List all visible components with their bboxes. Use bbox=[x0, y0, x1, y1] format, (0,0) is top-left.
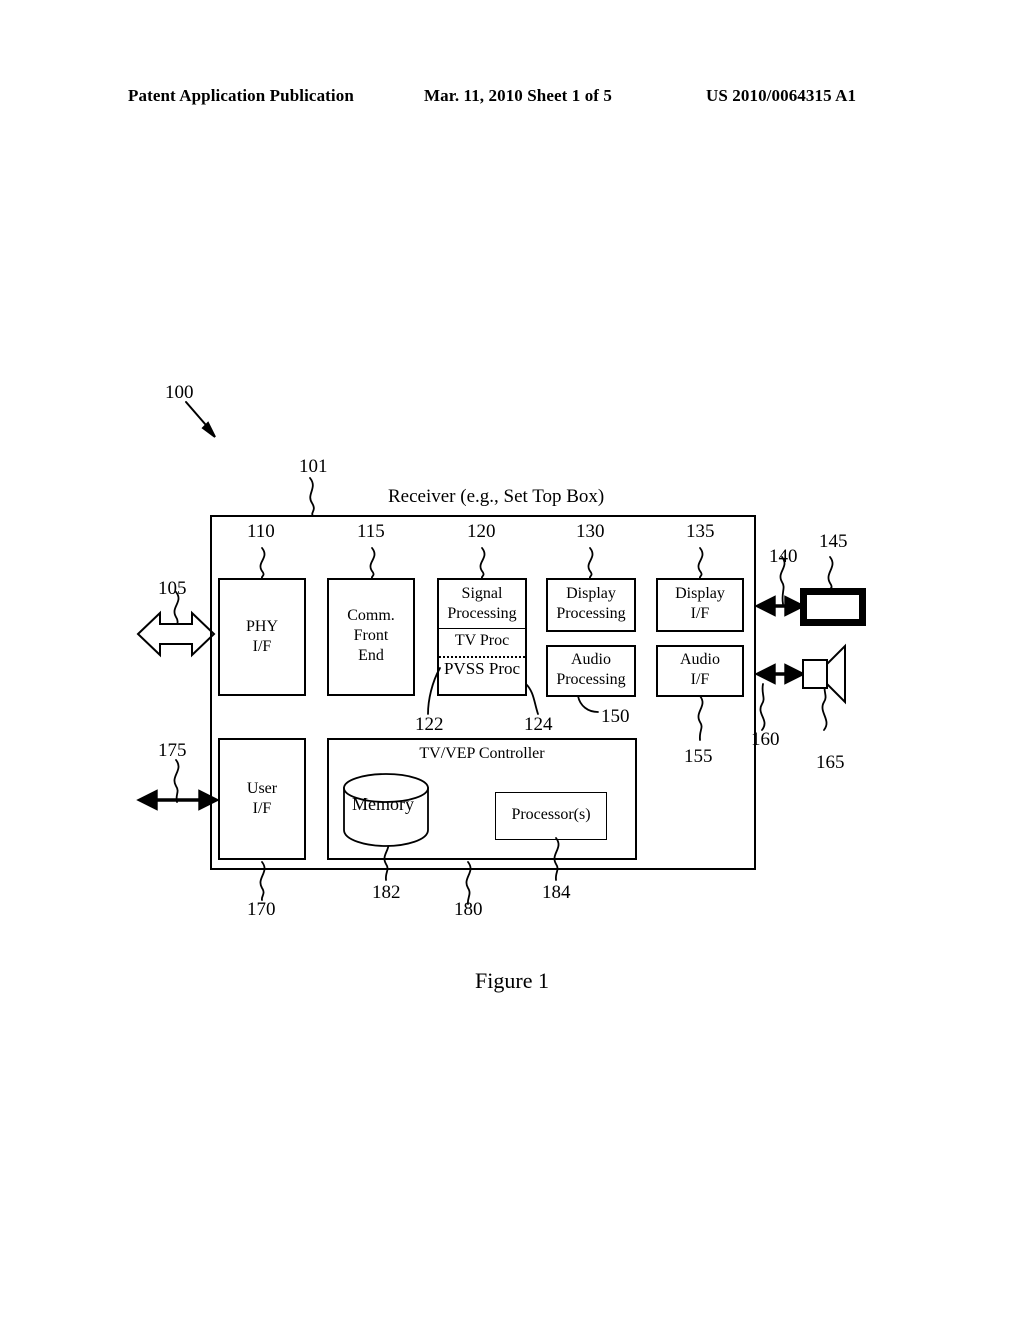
block-display-if-line2: I/F bbox=[690, 605, 710, 622]
block-comm-front-end-line1: Comm. bbox=[347, 607, 395, 624]
block-comm-front-end-line2: Front bbox=[353, 627, 389, 644]
refnum-184: 184 bbox=[542, 882, 571, 903]
block-display-processing[interactable]: Display Processing bbox=[546, 578, 636, 632]
block-display-if-line1: Display bbox=[675, 585, 725, 602]
block-phy-if-line1: PHY bbox=[245, 618, 278, 635]
block-signal-processing-title2: Processing bbox=[447, 605, 517, 622]
block-audio-processing-line2: Processing bbox=[556, 671, 626, 688]
leader-145 bbox=[827, 556, 834, 590]
network-io-arrow bbox=[136, 610, 216, 658]
block-signal-processing[interactable]: Signal Processing TV Proc PVSS Proc bbox=[437, 578, 527, 696]
memory-label: Memory bbox=[352, 794, 414, 814]
block-tv-vep-controller-title: TV/VEP Controller bbox=[419, 745, 545, 762]
block-display-processing-line2: Processing bbox=[556, 605, 626, 622]
display-link-arrow bbox=[754, 595, 806, 617]
block-user-if-line1: User bbox=[246, 780, 278, 797]
block-comm-front-end[interactable]: Comm. Front End bbox=[327, 578, 415, 696]
block-processors-label: Processor(s) bbox=[511, 806, 591, 823]
block-display-if[interactable]: Display I/F bbox=[656, 578, 744, 632]
audio-link-arrow bbox=[754, 663, 806, 685]
block-tv-proc-label[interactable]: TV Proc bbox=[439, 632, 525, 650]
block-user-if[interactable]: User I/F bbox=[218, 738, 306, 860]
receiver-title: Receiver (e.g., Set Top Box) bbox=[388, 486, 605, 507]
system-pointer-arrow bbox=[185, 401, 216, 438]
display-device-icon bbox=[800, 588, 866, 626]
refnum-175: 175 bbox=[158, 740, 187, 761]
refnum-140: 140 bbox=[769, 546, 798, 567]
block-audio-processing[interactable]: Audio Processing bbox=[546, 645, 636, 697]
leader-101 bbox=[309, 477, 315, 517]
block-phy-if-line2: I/F bbox=[252, 638, 272, 655]
block-audio-processing-line1: Audio bbox=[571, 651, 611, 668]
block-phy-if[interactable]: PHY I/F bbox=[218, 578, 306, 696]
refnum-180: 180 bbox=[454, 899, 483, 920]
block-pvss-proc-label[interactable]: PVSS Proc bbox=[439, 659, 525, 679]
figure-caption: Figure 1 bbox=[0, 968, 1024, 994]
leader-160 bbox=[759, 683, 766, 731]
block-audio-if[interactable]: Audio I/F bbox=[656, 645, 744, 697]
refnum-170: 170 bbox=[247, 899, 276, 920]
refnum-165: 165 bbox=[816, 752, 845, 773]
refnum-145: 145 bbox=[819, 531, 848, 552]
signal-processing-title-divider bbox=[439, 628, 525, 629]
refnum-101: 101 bbox=[299, 456, 328, 477]
block-audio-if-line2: I/F bbox=[690, 671, 710, 688]
leader-175 bbox=[173, 759, 180, 803]
signal-processing-sub-divider bbox=[439, 656, 525, 658]
block-user-if-line2: I/F bbox=[252, 800, 272, 817]
patent-figure-1: 100 101 110 115 120 130 135 105 175 140 … bbox=[0, 0, 1024, 1320]
refnum-100: 100 bbox=[165, 382, 194, 403]
refnum-182: 182 bbox=[372, 882, 401, 903]
block-display-processing-line1: Display bbox=[566, 585, 616, 602]
block-signal-processing-title1: Signal bbox=[461, 585, 503, 602]
block-audio-if-line1: Audio bbox=[680, 651, 720, 668]
leader-165 bbox=[821, 683, 828, 731]
block-comm-front-end-line3: End bbox=[358, 647, 384, 664]
refnum-105: 105 bbox=[158, 578, 187, 599]
figure-caption-text: Figure 1 bbox=[475, 968, 549, 993]
block-processors[interactable]: Processor(s) bbox=[495, 792, 607, 840]
speaker-icon bbox=[802, 643, 846, 705]
